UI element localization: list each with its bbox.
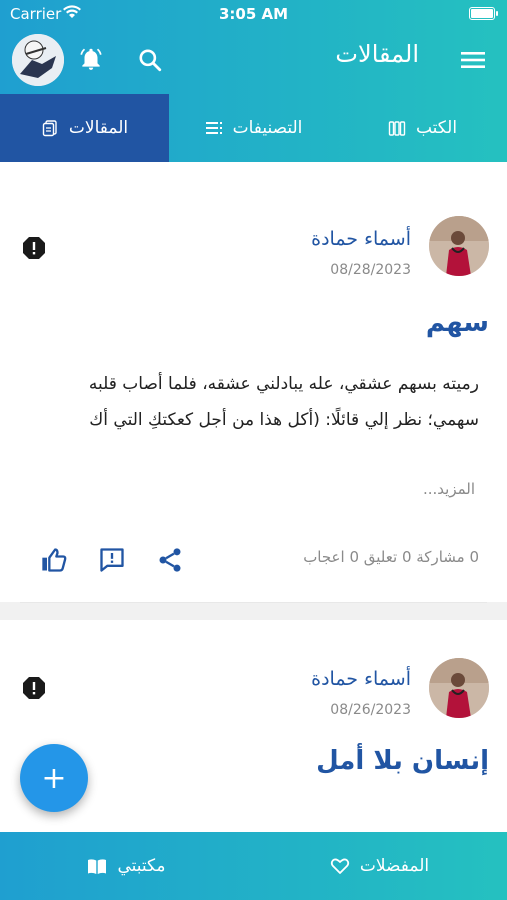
read-more-link[interactable]: ...المزيد xyxy=(423,480,475,498)
articles-feed[interactable]: أسماء حمادة 08/28/2023 سهم رميته بسهم عش… xyxy=(0,162,507,832)
search-icon[interactable] xyxy=(137,47,163,73)
heart-icon xyxy=(330,858,350,874)
top-tabs: المقالات التصنيفات الكتب xyxy=(0,94,507,162)
bell-icon[interactable] xyxy=(78,46,104,72)
tab-books[interactable]: الكتب xyxy=(338,94,507,162)
app-header: Carrier 3:05 AM المقالات المقالات التصني… xyxy=(0,0,507,162)
tab-categories-label: التصنيفات xyxy=(232,118,303,138)
clock: 3:05 AM xyxy=(218,5,289,23)
hamburger-menu-icon[interactable] xyxy=(461,51,485,69)
post-date: 08/26/2023 xyxy=(330,702,411,718)
tab-articles-label: المقالات xyxy=(68,118,129,138)
nav-my-library[interactable]: مكتبتي xyxy=(0,832,253,900)
post-title[interactable]: إنسان بلا أمل xyxy=(316,746,489,776)
comment-icon[interactable] xyxy=(98,546,126,574)
tab-books-label: الكتب xyxy=(415,118,458,138)
status-bar: Carrier 3:05 AM xyxy=(0,0,507,28)
user-avatar[interactable] xyxy=(12,34,64,86)
article-card[interactable]: أسماء حمادة 08/28/2023 سهم رميته بسهم عش… xyxy=(0,162,507,602)
report-icon[interactable] xyxy=(22,676,46,700)
tab-articles[interactable]: المقالات xyxy=(0,94,169,162)
author-avatar[interactable] xyxy=(429,658,489,718)
author-name[interactable]: أسماء حمادة xyxy=(311,668,411,690)
report-icon[interactable] xyxy=(22,236,46,260)
add-article-button[interactable]: + xyxy=(20,744,88,812)
nav-favorites-label: المفضلات xyxy=(359,856,430,876)
post-title[interactable]: سهم xyxy=(426,308,489,338)
post-excerpt[interactable]: رميته بسهم عشقي، عله يبادلني عشقه، فلما … xyxy=(39,366,479,438)
card-divider xyxy=(0,602,507,620)
open-book-icon xyxy=(88,859,107,874)
battery-icon xyxy=(469,7,498,20)
post-date: 08/28/2023 xyxy=(330,262,411,278)
books-icon xyxy=(388,121,406,136)
like-icon[interactable] xyxy=(40,546,68,574)
document-icon xyxy=(42,120,57,137)
share-icon[interactable] xyxy=(156,546,184,574)
list-icon xyxy=(205,122,222,134)
page-title: المقالات xyxy=(335,40,419,68)
nav-my-library-label: مكتبتي xyxy=(117,856,166,876)
tab-categories[interactable]: التصنيفات xyxy=(169,94,338,162)
author-name[interactable]: أسماء حمادة xyxy=(311,228,411,250)
post-stats: 0 مشاركة 0 تعليق 0 اعجاب xyxy=(303,548,479,566)
author-avatar[interactable] xyxy=(429,216,489,276)
bottom-navigation: مكتبتي المفضلات xyxy=(0,832,507,900)
nav-favorites[interactable]: المفضلات xyxy=(253,832,506,900)
